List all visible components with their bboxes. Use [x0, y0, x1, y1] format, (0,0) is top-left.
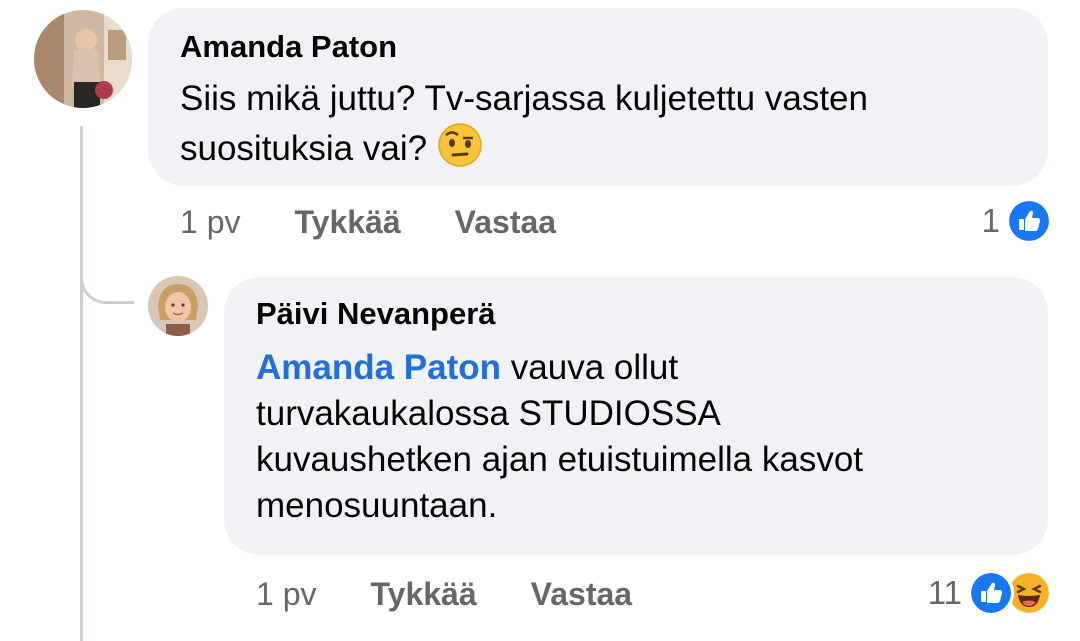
comment-text-line: kuvaushetken ajan etuistuimella kasvot: [256, 440, 864, 479]
thread-line-vertical: [80, 126, 83, 641]
reply-button[interactable]: Vastaa: [531, 576, 632, 613]
comment-text: Siis mikä juttu? Tv-sarjassa kuljetettu …: [180, 76, 1048, 172]
comment-text-line: Siis mikä juttu? Tv-sarjassa kuljetettu …: [180, 79, 868, 118]
comment-timestamp[interactable]: 1 pv: [256, 576, 316, 613]
reply-button[interactable]: Vastaa: [455, 204, 556, 241]
comment-bubble: Amanda Paton Siis mikä juttu? Tv-sarjass…: [148, 8, 1048, 186]
comment-author[interactable]: Päivi Nevanperä: [256, 295, 1048, 333]
comment-timestamp[interactable]: 1 pv: [180, 204, 240, 241]
raised-eyebrow-emoji: [438, 123, 482, 167]
comment-author[interactable]: Amanda Paton: [180, 28, 1048, 66]
comment-text-line: suosituksia vai?: [180, 122, 1048, 172]
like-button[interactable]: Tykkää: [370, 576, 476, 613]
reaction-count: 11: [927, 574, 962, 611]
like-reaction-icon: [1006, 198, 1052, 244]
avatar[interactable]: [34, 10, 132, 108]
thread-line-branch: [80, 250, 134, 304]
reaction-summary[interactable]: 11: [928, 570, 1052, 616]
comment-meta: 1 pv Tykkää Vastaa: [180, 204, 556, 241]
comment-text-line: menosuuntaan.: [256, 486, 498, 525]
like-reaction-icon: [968, 570, 1014, 616]
reaction-summary[interactable]: 1: [982, 198, 1052, 244]
comment-text: Amanda Paton vauva ollut turvakaukalossa…: [256, 345, 1048, 529]
comment-text-line: turvakaukalossa STUDIOSSA: [256, 394, 721, 433]
comment-bubble: Päivi Nevanperä Amanda Paton vauva ollut…: [224, 277, 1048, 555]
avatar[interactable]: [148, 276, 208, 336]
like-button[interactable]: Tykkää: [294, 204, 400, 241]
reaction-count: 1: [981, 202, 1000, 239]
mention-link[interactable]: Amanda Paton: [256, 348, 501, 387]
comment-meta: 1 pv Tykkää Vastaa: [256, 576, 632, 613]
comment-text-span: vauva ollut: [501, 348, 679, 387]
comment-text-span: suosituksia vai?: [180, 129, 428, 168]
comment-text-line: Amanda Paton vauva ollut: [256, 345, 1048, 391]
